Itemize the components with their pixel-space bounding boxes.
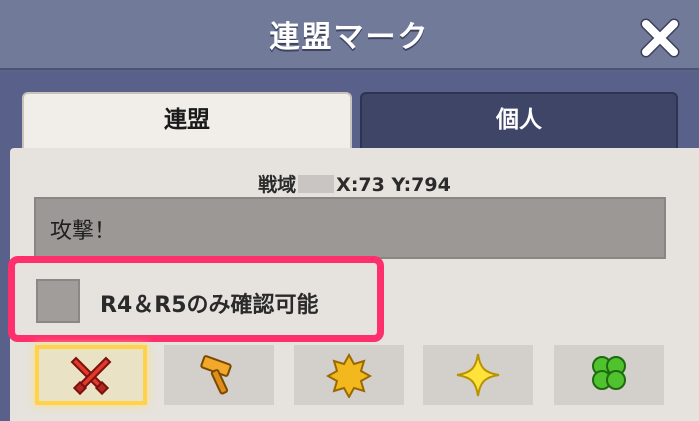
header-bar: 連盟マーク xyxy=(0,0,699,70)
redacted-region xyxy=(298,175,335,193)
restrict-label: R4＆R5のみ確認可能 xyxy=(100,293,319,318)
close-x-icon xyxy=(640,18,680,58)
marker-slot-hammer[interactable] xyxy=(164,345,274,405)
location-coords: X:73 Y:794 xyxy=(336,174,451,196)
restrict-checkbox[interactable] xyxy=(36,279,80,323)
hammer-icon xyxy=(200,355,232,395)
marker-slot-swords[interactable] xyxy=(35,345,147,405)
message-input[interactable]: 攻撃！ xyxy=(34,197,666,259)
marker-slot-clover[interactable] xyxy=(554,345,664,405)
star-icon xyxy=(456,353,500,397)
tab-alliance[interactable]: 連盟 xyxy=(22,92,352,150)
marker-slot-badge[interactable] xyxy=(294,345,404,405)
clover-icon xyxy=(592,356,626,390)
close-button[interactable] xyxy=(638,16,682,60)
tab-personal[interactable]: 個人 xyxy=(360,92,678,150)
message-text: 攻撃！ xyxy=(50,219,117,244)
marker-slot-star[interactable] xyxy=(423,345,533,405)
page-title: 連盟マーク xyxy=(269,20,430,55)
location-readout: 戦域 X:73 Y:794 xyxy=(10,170,699,197)
crossed-swords-icon xyxy=(70,356,112,396)
location-prefix: 戦域 xyxy=(258,174,297,196)
gold-badge-icon xyxy=(326,352,372,398)
